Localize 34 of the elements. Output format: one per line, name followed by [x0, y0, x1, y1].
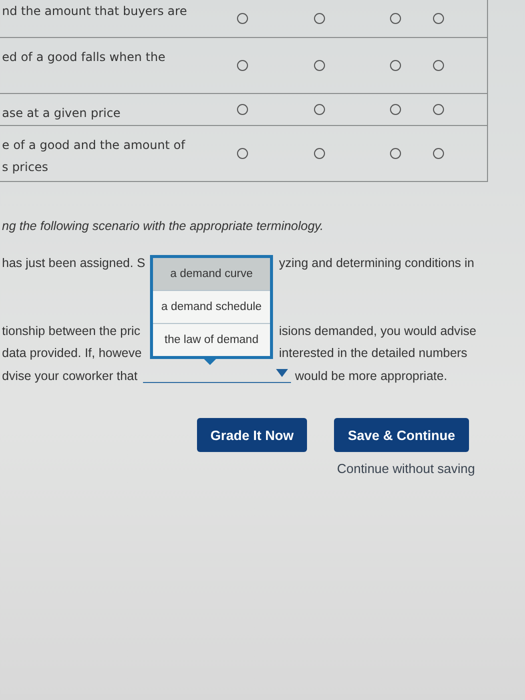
radio-button[interactable]: [236, 13, 248, 24]
caret-icon: [276, 369, 288, 377]
save-button[interactable]: Save & Continue: [334, 418, 469, 452]
radio-button[interactable]: [390, 13, 401, 24]
scenario-text: data provided. If, howeve: [2, 346, 142, 360]
statement-text: ed of a good falls when the: [1, 49, 166, 66]
radio-button[interactable]: [390, 148, 401, 159]
radio-button[interactable]: [314, 148, 325, 159]
scenario-text: dvise your coworker that: [2, 369, 138, 383]
radio-button[interactable]: [390, 60, 401, 71]
continue-link[interactable]: Continue without saving: [336, 461, 475, 476]
statement-text: ase at a given price: [1, 105, 122, 122]
radio-button[interactable]: [433, 104, 444, 115]
instruction-text: ng the following scenario with the appropriate terminology.: [2, 219, 324, 233]
radio-button[interactable]: [314, 104, 325, 115]
radio-button[interactable]: [433, 60, 444, 71]
radio-button[interactable]: [314, 13, 325, 24]
radio-button[interactable]: [236, 104, 248, 115]
radio-button[interactable]: [236, 148, 248, 159]
radio-button[interactable]: [433, 13, 444, 24]
radio-button[interactable]: [433, 148, 444, 159]
scenario-text: isions demanded, you would advise: [279, 324, 476, 338]
statement-text: e of a good and the amount of s prices: [1, 137, 186, 176]
scenario-text: would be more appropriate.: [295, 369, 448, 383]
radio-button[interactable]: [390, 104, 401, 115]
radio-button[interactable]: [314, 60, 325, 71]
statement-text: nd the amount that buyers are: [1, 3, 188, 20]
dropdown-option[interactable]: a demand curve: [153, 258, 270, 291]
scenario-text: yzing and determining conditions in: [279, 256, 474, 270]
scenario-text: has just been assigned. S: [2, 256, 146, 270]
grade-button[interactable]: Grade It Now: [197, 418, 307, 452]
scenario-text: interested in the detailed numbers: [279, 346, 468, 360]
scenario-text: tionship between the pric: [2, 324, 140, 338]
radio-button[interactable]: [236, 60, 248, 71]
